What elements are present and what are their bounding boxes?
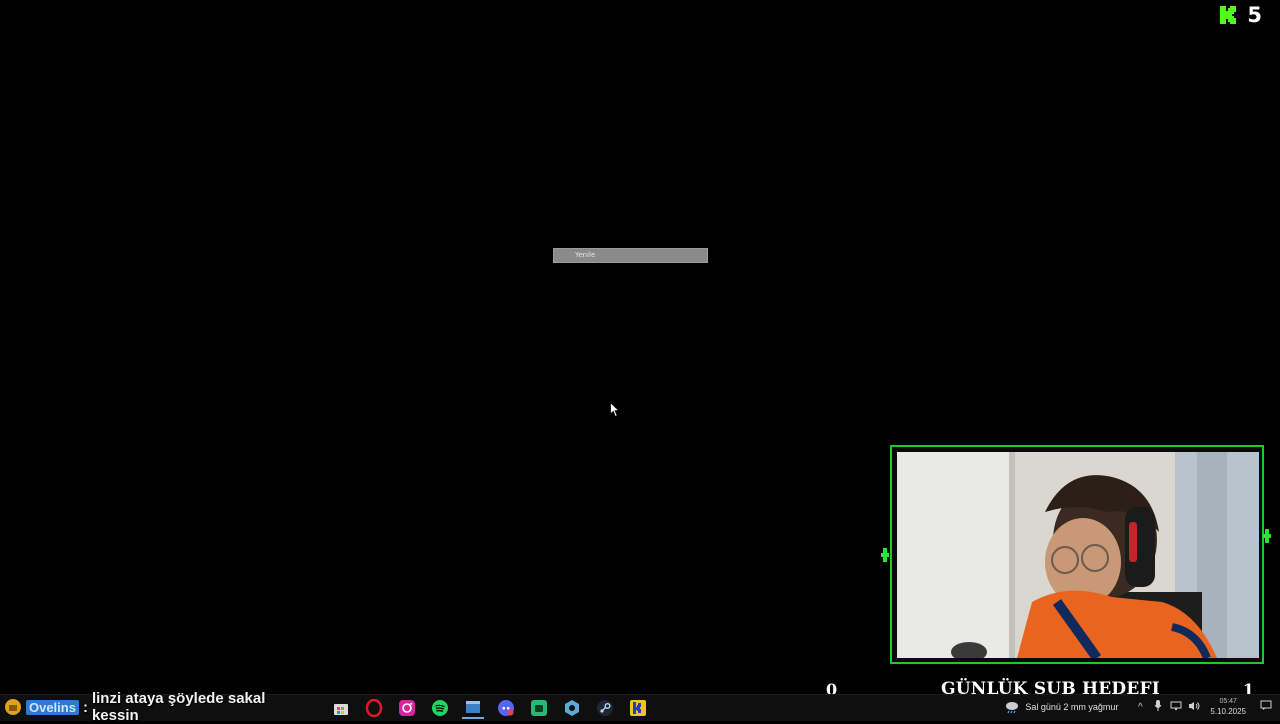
chevron-up-icon[interactable]: ^ [1134,702,1146,713]
frame-handle-left [881,548,889,562]
weather-widget[interactable]: Sal günü 2 mm yağmur [1004,700,1118,714]
chat-overlay: Ovelins : linzi ataya şöylede sakal kess… [0,690,316,724]
discord-icon[interactable] [495,697,517,719]
clock-time: 05:47 [1219,698,1237,705]
weather-text: Sal günü 2 mm yağmur [1025,702,1119,712]
badge-icon [4,699,21,715]
store-icon[interactable] [330,697,352,719]
chat-username: Ovelins [25,699,79,715]
settings-app-icon[interactable] [561,697,583,719]
chat-separator: : [82,698,88,716]
window-icon[interactable] [462,697,484,719]
clock[interactable]: 05:47 5.10.2025 [1210,697,1246,717]
volume-icon[interactable] [1188,701,1200,714]
webcam-feed [897,452,1259,658]
network-icon[interactable] [1170,701,1182,714]
system-tray: Sal günü 2 mm yağmur ^ 05:47 5.10.2025 [1004,694,1280,720]
refresh-button[interactable]: Yenile [553,248,708,263]
rain-cloud-icon [1006,702,1019,714]
chat-message: linzi ataya şöylede sakal kessin [91,690,266,724]
steam-icon[interactable] [594,697,616,719]
viewer-badge: 5 [1219,3,1262,27]
android-studio-icon[interactable] [528,697,550,719]
kick-logo-icon [1220,6,1237,24]
instagram-icon[interactable] [396,697,418,719]
notification-icon[interactable] [1260,700,1272,714]
viewer-count: 5 [1247,3,1262,27]
refresh-label: Yenile [575,251,596,259]
microphone-icon[interactable] [1152,700,1164,714]
kick-app-icon[interactable] [627,697,649,719]
taskbar-pinned-apps [330,697,649,719]
opera-icon[interactable] [363,697,385,719]
clock-date: 5.10.2025 [1210,707,1246,716]
spotify-icon[interactable] [429,697,451,719]
mouse-cursor-icon [610,402,620,418]
frame-handle-right [1263,529,1271,543]
